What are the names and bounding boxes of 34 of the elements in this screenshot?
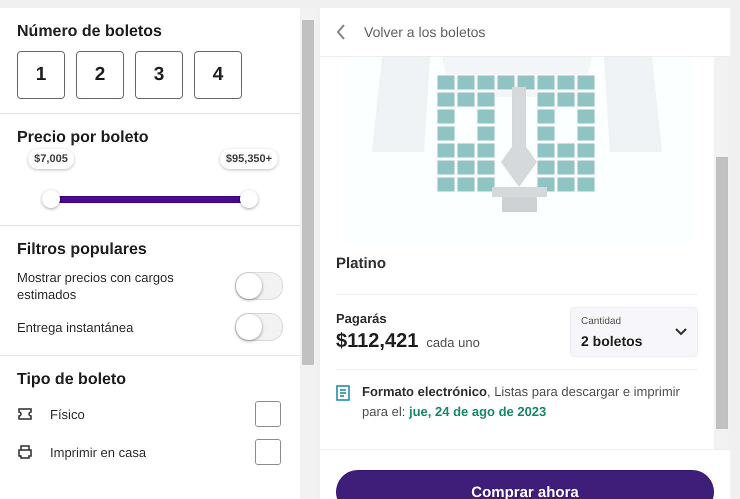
checkbox[interactable] bbox=[255, 401, 281, 427]
scrollbar[interactable] bbox=[714, 57, 730, 449]
section-heading: Número de boletos bbox=[17, 23, 163, 41]
ticket-type-label: Imprimir en casa bbox=[50, 444, 146, 460]
section-heading: Filtros populares bbox=[17, 241, 148, 259]
ticket-price: $112,421 bbox=[336, 330, 418, 352]
quantity-dropdown[interactable]: Cantidad 2 boletos bbox=[570, 307, 698, 357]
filter-label: Entrega instantánea bbox=[17, 318, 134, 336]
section-heading: Tipo de boleto bbox=[17, 371, 128, 389]
checkbox[interactable] bbox=[255, 439, 281, 465]
quantity-button[interactable]: 4 bbox=[194, 51, 242, 99]
filter-label: Mostrar precios con cargos estimados bbox=[17, 269, 175, 303]
section-name: Platino bbox=[336, 247, 698, 295]
chevron-down-icon bbox=[675, 328, 687, 336]
price-unit: cada uno bbox=[426, 335, 480, 350]
price-range-slider[interactable] bbox=[42, 190, 258, 210]
quantity-button[interactable]: 3 bbox=[135, 51, 183, 99]
delivery-info: Formato electrónico, Listas para descargar e imprimir para el: jue, 24 de ago de 2023 bbox=[362, 383, 681, 421]
price-tooltip: $7,005 bbox=[28, 149, 74, 169]
back-chevron-icon[interactable] bbox=[336, 24, 346, 40]
back-link[interactable]: Volver a los boletos bbox=[364, 24, 486, 40]
toggle-switch[interactable] bbox=[235, 272, 283, 300]
slider-thumb[interactable] bbox=[42, 190, 60, 208]
printer-icon bbox=[17, 444, 33, 460]
pay-label: Pagarás bbox=[336, 311, 388, 326]
ticket-type-label: Físico bbox=[50, 406, 85, 422]
ticket-icon bbox=[17, 406, 33, 422]
document-icon bbox=[336, 385, 350, 401]
section-heading: Precio por boleto bbox=[17, 129, 150, 147]
toggle-switch[interactable] bbox=[235, 313, 283, 341]
price-tooltip: $95,350+ bbox=[220, 149, 278, 169]
slider-thumb[interactable] bbox=[240, 190, 258, 208]
quantity-button[interactable]: 2 bbox=[76, 51, 124, 99]
quantity-button[interactable]: 1 bbox=[17, 51, 65, 99]
